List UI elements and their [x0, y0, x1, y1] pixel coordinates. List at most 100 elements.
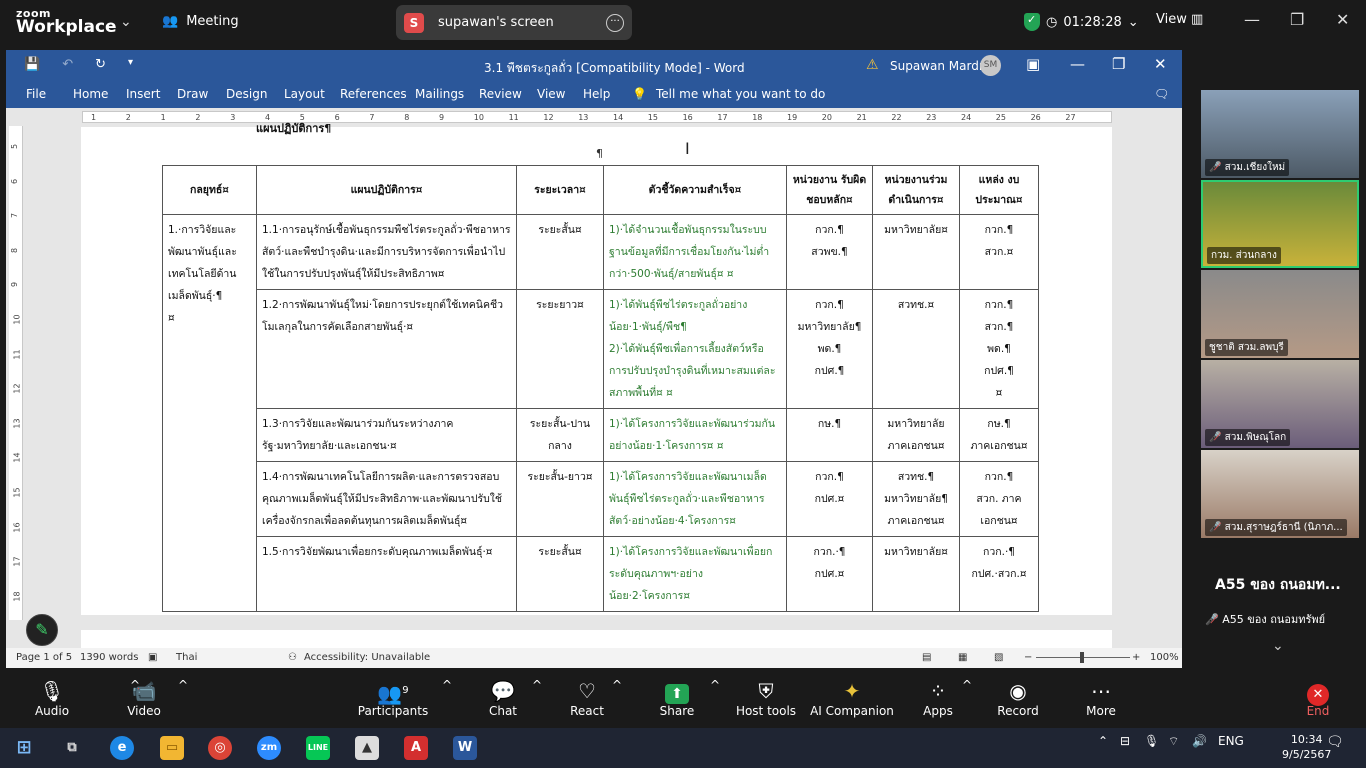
- participants-options-caret[interactable]: ^: [442, 678, 452, 692]
- ruler-tick: 21: [856, 113, 867, 122]
- input-language[interactable]: ENG: [1218, 734, 1244, 748]
- zoom-level[interactable]: 100%: [1150, 652, 1179, 663]
- apps-options-caret[interactable]: ^: [962, 678, 972, 692]
- web-layout-icon[interactable]: ▧: [994, 652, 1003, 663]
- minimize-icon[interactable]: —: [1244, 10, 1260, 29]
- wifi-icon[interactable]: ⌔: [1168, 734, 1179, 749]
- tab-review[interactable]: Review: [479, 87, 522, 101]
- zoom-slider[interactable]: [1036, 652, 1130, 663]
- share-options-caret[interactable]: ^: [710, 678, 720, 692]
- duration-cell: ระยะยาว¤: [516, 289, 604, 409]
- pen-icon[interactable]: ✎: [26, 614, 58, 646]
- tab-view[interactable]: View: [537, 87, 565, 101]
- vertical-ruler[interactable]: 5 6 7 8 9 10 11 12 13 14 15 16 17 18: [9, 126, 23, 620]
- line-app-icon[interactable]: LINE: [306, 736, 330, 760]
- chrome-icon[interactable]: ◎: [208, 736, 232, 760]
- tab-home[interactable]: Home: [73, 87, 108, 101]
- react-options-caret[interactable]: ^: [612, 678, 622, 692]
- end-meeting-button[interactable]: ✕ End: [1273, 678, 1363, 718]
- restore-icon[interactable]: ❐: [1112, 55, 1125, 73]
- redo-icon[interactable]: ↻: [95, 57, 106, 72]
- save-icon[interactable]: 💾: [24, 57, 40, 72]
- ai-companion-button[interactable]: ✦ AI Companion: [807, 678, 897, 718]
- vruler-tick: 13: [12, 418, 22, 429]
- host-tools-button[interactable]: ⛨ Host tools: [721, 678, 811, 718]
- text-cursor-icon: I: [685, 139, 690, 158]
- word-app-icon[interactable]: W: [453, 736, 477, 760]
- language-indicator[interactable]: Thai: [176, 652, 197, 663]
- photos-app-icon[interactable]: ▲: [355, 736, 379, 760]
- zoom-app-icon[interactable]: zm: [257, 736, 281, 760]
- comments-icon[interactable]: 🗨: [1154, 87, 1169, 101]
- header-duration: ระยะเวลา¤: [516, 165, 604, 215]
- muted-mic-icon: 🎤̸: [1209, 162, 1222, 173]
- video-options-caret[interactable]: ^: [178, 678, 188, 692]
- document-page-2[interactable]: [81, 630, 1112, 650]
- proofing-icon[interactable]: ▣: [148, 652, 157, 663]
- restore-icon[interactable]: ❐: [1290, 10, 1304, 29]
- volume-icon[interactable]: 🔊: [1192, 734, 1207, 748]
- minimize-icon[interactable]: —: [1070, 55, 1085, 73]
- meeting-tab[interactable]: 👥 Meeting: [162, 14, 239, 29]
- undo-icon[interactable]: ↶: [62, 57, 73, 72]
- show-hidden-icons[interactable]: ⌃: [1098, 734, 1108, 748]
- share-button[interactable]: ⬆ Share: [632, 678, 722, 718]
- ribbon-display-icon[interactable]: ▣: [1026, 55, 1040, 73]
- participant-tile[interactable]: 🎤̸ สวม.สุราษฎร์ธานี (นิภาภ...: [1201, 450, 1359, 538]
- video-button[interactable]: 📹 Video: [99, 678, 189, 718]
- more-button[interactable]: ⋯ More: [1056, 678, 1146, 718]
- tab-help[interactable]: Help: [583, 87, 610, 101]
- zoom-in-icon[interactable]: +: [1132, 652, 1140, 663]
- task-view-icon[interactable]: ⧉: [60, 736, 84, 760]
- close-icon[interactable]: ✕: [1336, 10, 1349, 29]
- view-button[interactable]: View ▥: [1156, 12, 1203, 27]
- tab-draw[interactable]: Draw: [177, 87, 208, 101]
- participant-tile[interactable]: 🎤̸ สวม.พิษณุโลก: [1201, 360, 1359, 448]
- audio-button[interactable]: 🎙 Audio: [7, 678, 97, 718]
- participant-tile-speaking[interactable]: กวม. ส่วนกลาง: [1201, 180, 1359, 268]
- word-count[interactable]: 1390 words: [80, 652, 138, 663]
- tab-references[interactable]: References: [340, 87, 407, 101]
- accessibility-icon[interactable]: ⚇: [288, 652, 297, 663]
- file-explorer-icon[interactable]: ▭: [160, 736, 184, 760]
- windows-start-icon[interactable]: ⊞: [12, 736, 36, 760]
- tab-mailings[interactable]: Mailings: [415, 87, 464, 101]
- user-avatar[interactable]: SM: [980, 55, 1001, 76]
- ruler-tick: 10: [473, 113, 484, 122]
- acrobat-icon[interactable]: A: [404, 736, 428, 760]
- system-clock[interactable]: 10:34 9/5/2567: [1282, 732, 1331, 762]
- customize-quick-access-icon[interactable]: ▾: [128, 57, 133, 72]
- page-count[interactable]: Page 1 of 5: [16, 652, 72, 663]
- ruler-tick: 8: [404, 113, 410, 122]
- record-button[interactable]: ◉ Record: [973, 678, 1063, 718]
- tab-layout[interactable]: Layout: [284, 87, 325, 101]
- read-mode-icon[interactable]: ▤: [922, 652, 931, 663]
- chevron-down-icon[interactable]: ⌄: [120, 14, 132, 30]
- participant-tile[interactable]: 🎤̸ สวม.เชียงใหม่: [1201, 90, 1359, 178]
- document-page[interactable]: แผนปฏิบัติการ¶ ¶ I กลยุทธ์¤ แผนปฏิบัติกา…: [81, 122, 1112, 615]
- close-icon[interactable]: ✕: [1154, 55, 1167, 73]
- participant-tile[interactable]: ชูชาติ สวม.ลพบุรี: [1201, 270, 1359, 358]
- print-layout-icon[interactable]: ▦: [958, 652, 967, 663]
- tab-design[interactable]: Design: [226, 87, 267, 101]
- tab-file[interactable]: File: [26, 87, 46, 101]
- zoom-out-icon[interactable]: −: [1024, 652, 1032, 663]
- chat-options-caret[interactable]: ^: [532, 678, 542, 692]
- shared-screen-indicator[interactable]: S supawan's screen ···: [396, 5, 632, 40]
- notifications-icon[interactable]: 🗨: [1326, 734, 1344, 750]
- zoom-workplace-logo[interactable]: zoom Workplace: [16, 8, 117, 36]
- network-device-icon[interactable]: ⊟: [1120, 734, 1130, 748]
- chevron-down-icon[interactable]: ⌄: [1272, 638, 1284, 654]
- accessibility-status[interactable]: Accessibility: Unavailable: [304, 652, 430, 663]
- participants-button[interactable]: 👥9 Participants: [348, 678, 438, 718]
- tab-insert[interactable]: Insert: [126, 87, 160, 101]
- header-plan: แผนปฏิบัติการ¤: [256, 165, 517, 215]
- microphone-icon[interactable]: 🎙: [1144, 734, 1159, 748]
- edge-browser-icon[interactable]: e: [110, 736, 134, 760]
- participant-tile-no-video[interactable]: A55 ของ ถนอมท... 🎤̸ A55 ของ ถนอมทรัพย์: [1201, 540, 1359, 630]
- more-options-icon[interactable]: ···: [606, 13, 624, 32]
- meeting-timer[interactable]: ◷ 01:28:28 ⌄: [1024, 11, 1139, 33]
- horizontal-ruler[interactable]: 1 2 1 2 3 4 5 6 7 8 9 10 11 12 13 14 15 16 17 18 19 20 21 22 23 2…: [6, 108, 1182, 126]
- warning-icon[interactable]: ⚠: [866, 57, 879, 73]
- tell-me-search[interactable]: Tell me what you want to do: [656, 87, 825, 101]
